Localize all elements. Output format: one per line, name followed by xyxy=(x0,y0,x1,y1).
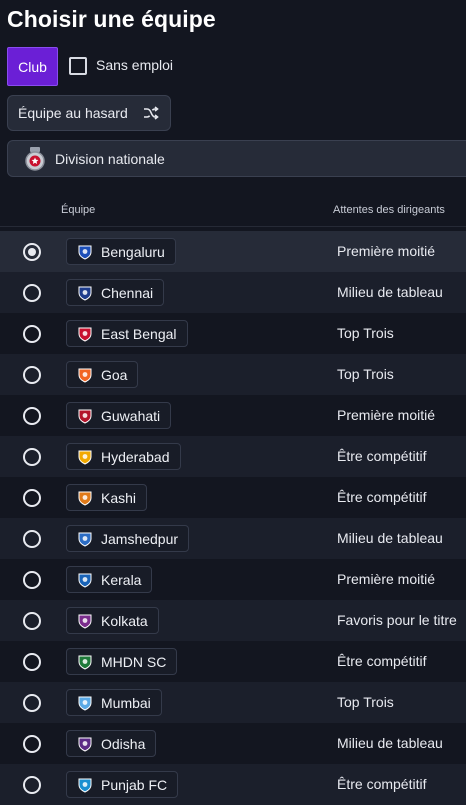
team-row[interactable]: Guwahati Première moitié xyxy=(0,395,466,436)
team-row[interactable]: Mumbai Top Trois xyxy=(0,682,466,723)
team-radio[interactable] xyxy=(23,366,41,384)
board-expectation: Milieu de tableau xyxy=(337,735,443,751)
board-expectation: Milieu de tableau xyxy=(337,530,443,546)
team-radio[interactable] xyxy=(23,653,41,671)
team-crest-icon xyxy=(78,409,92,424)
team-crest-icon xyxy=(78,450,92,465)
board-expectation: Top Trois xyxy=(337,694,394,710)
team-name-chip[interactable]: Bengaluru xyxy=(66,238,176,265)
team-row[interactable]: Chennai Milieu de tableau xyxy=(0,272,466,313)
team-name: Guwahati xyxy=(101,407,161,424)
team-crest-icon xyxy=(78,286,92,301)
board-expectation: Première moitié xyxy=(337,571,436,587)
team-name-chip[interactable]: Odisha xyxy=(66,730,157,757)
random-team-label: Équipe au hasard xyxy=(18,105,128,121)
board-expectation: Première moitié xyxy=(337,243,436,259)
team-crest-icon xyxy=(78,532,92,547)
team-name-chip[interactable]: Kerala xyxy=(66,566,153,593)
page-title: Choisir une équipe xyxy=(7,6,216,32)
team-crest-icon xyxy=(78,368,92,383)
unemployed-label: Sans emploi xyxy=(96,57,174,73)
team-name-chip[interactable]: Guwahati xyxy=(66,402,172,429)
team-name-chip[interactable]: Kolkata xyxy=(66,607,159,634)
team-name: East Bengal xyxy=(101,325,177,342)
club-filter-button[interactable]: Club xyxy=(7,47,58,86)
team-radio[interactable] xyxy=(23,243,41,261)
team-crest-icon xyxy=(78,778,92,793)
team-name: Goa xyxy=(101,366,128,383)
team-crest-icon xyxy=(78,655,92,670)
team-row[interactable]: Goa Top Trois xyxy=(0,354,466,395)
team-name-chip[interactable]: Goa xyxy=(66,361,139,388)
team-name: Bengaluru xyxy=(101,243,165,260)
trophy-medal-icon xyxy=(24,147,46,174)
team-name: Odisha xyxy=(101,735,146,752)
board-expectation: Être compétitif xyxy=(337,489,427,505)
team-name-chip[interactable]: Mumbai xyxy=(66,689,162,716)
team-name: Mumbai xyxy=(101,694,151,711)
board-expectation: Être compétitif xyxy=(337,448,427,464)
team-radio[interactable] xyxy=(23,489,41,507)
team-row[interactable]: Jamshedpur Milieu de tableau xyxy=(0,518,466,559)
team-radio[interactable] xyxy=(23,448,41,466)
team-name: MHDN SC xyxy=(101,653,167,670)
team-row[interactable]: MHDN SC Être compétitif xyxy=(0,641,466,682)
board-expectation: Top Trois xyxy=(337,325,394,341)
team-radio[interactable] xyxy=(23,571,41,589)
team-name: Kashi xyxy=(101,489,137,506)
team-crest-icon xyxy=(78,737,92,752)
team-name: Hyderabad xyxy=(101,448,170,465)
column-header-team[interactable]: Équipe xyxy=(61,204,95,216)
team-name: Kerala xyxy=(101,571,142,588)
unemployed-checkbox[interactable] xyxy=(69,57,87,75)
team-name: Jamshedpur xyxy=(101,530,179,547)
team-name: Chennai xyxy=(101,284,154,301)
team-name-chip[interactable]: East Bengal xyxy=(66,320,188,347)
team-radio[interactable] xyxy=(23,325,41,343)
table-header: Équipe Attentes des dirigeants xyxy=(0,195,466,227)
team-name-chip[interactable]: Hyderabad xyxy=(66,443,181,470)
team-radio[interactable] xyxy=(23,530,41,548)
team-name-chip[interactable]: Jamshedpur xyxy=(66,525,190,552)
team-name: Kolkata xyxy=(101,612,148,629)
team-radio[interactable] xyxy=(23,407,41,425)
shuffle-icon xyxy=(143,105,159,124)
team-crest-icon xyxy=(78,491,92,506)
team-row[interactable]: Hyderabad Être compétitif xyxy=(0,436,466,477)
team-row[interactable]: Kerala Première moitié xyxy=(0,559,466,600)
team-name-chip[interactable]: Punjab FC xyxy=(66,771,179,798)
team-name-chip[interactable]: Chennai xyxy=(66,279,165,306)
team-crest-icon xyxy=(78,696,92,711)
division-selector[interactable]: Division nationale xyxy=(7,140,466,177)
board-expectation: Top Trois xyxy=(337,366,394,382)
team-crest-icon xyxy=(78,245,92,260)
team-row[interactable]: Bengaluru Première moitié xyxy=(0,231,466,272)
team-row[interactable]: East Bengal Top Trois xyxy=(0,313,466,354)
team-radio[interactable] xyxy=(23,612,41,630)
team-radio[interactable] xyxy=(23,694,41,712)
team-name: Punjab FC xyxy=(101,776,168,793)
board-expectation: Favoris pour le titre xyxy=(337,612,457,628)
team-name-chip[interactable]: MHDN SC xyxy=(66,648,178,675)
team-row[interactable]: Odisha Milieu de tableau xyxy=(0,723,466,764)
board-expectation: Première moitié xyxy=(337,407,436,423)
board-expectation: Être compétitif xyxy=(337,776,427,792)
team-crest-icon xyxy=(78,573,92,588)
team-radio[interactable] xyxy=(23,776,41,794)
team-crest-icon xyxy=(78,614,92,629)
board-expectation: Être compétitif xyxy=(337,653,427,669)
team-name-chip[interactable]: Kashi xyxy=(66,484,148,511)
team-radio[interactable] xyxy=(23,735,41,753)
team-row[interactable]: Kolkata Favoris pour le titre xyxy=(0,600,466,641)
random-team-button[interactable]: Équipe au hasard xyxy=(7,95,171,131)
column-header-expectations[interactable]: Attentes des dirigeants xyxy=(333,204,445,216)
team-row[interactable]: Kashi Être compétitif xyxy=(0,477,466,518)
division-label: Division nationale xyxy=(55,151,165,167)
board-expectation: Milieu de tableau xyxy=(337,284,443,300)
team-list: Bengaluru Première moitié Chennai Milieu de… xyxy=(0,231,466,805)
team-crest-icon xyxy=(78,327,92,342)
team-radio[interactable] xyxy=(23,284,41,302)
team-row[interactable]: Punjab FC Être compétitif xyxy=(0,764,466,805)
